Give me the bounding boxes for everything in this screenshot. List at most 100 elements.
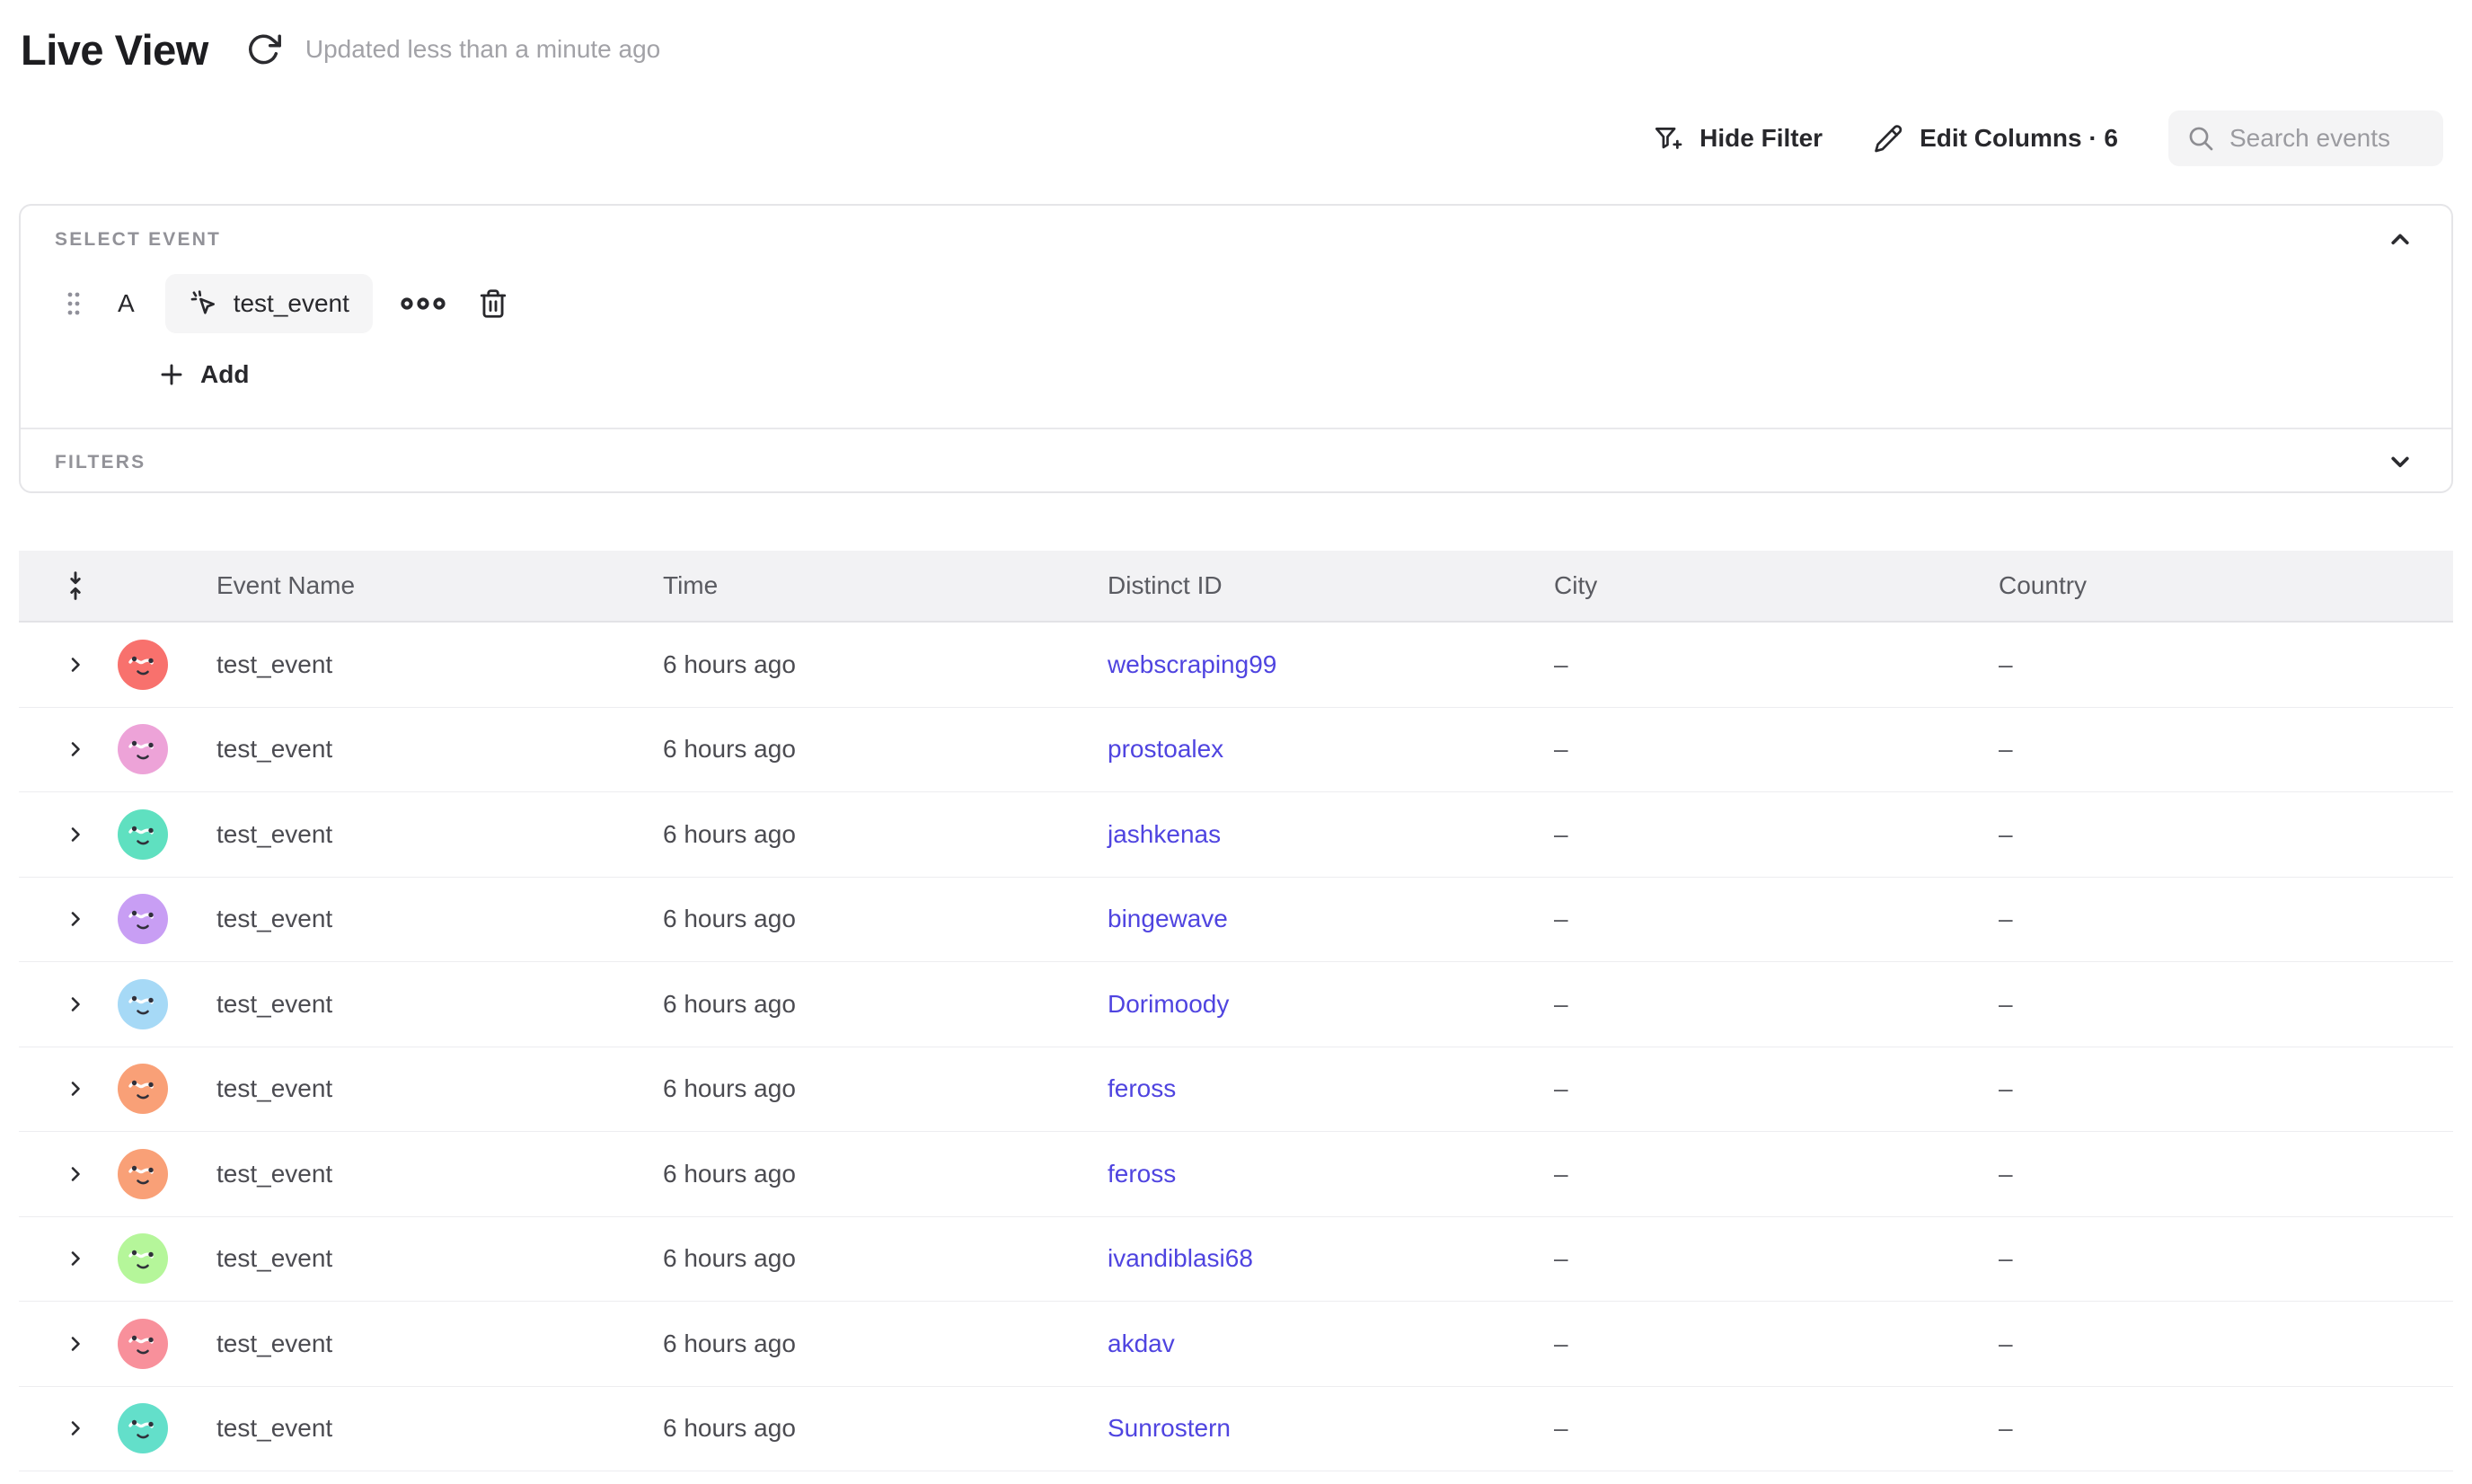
card-divider [21,428,2451,429]
edit-columns-button[interactable]: Edit Columns · 6 [1873,123,2118,154]
event-query-row: A test_event [55,274,509,333]
country-cell: – [1972,735,2453,764]
collapse-select-event-button[interactable] [2385,224,2415,254]
table-row: test_event 6 hours ago prostoalex – – [19,708,2453,793]
page-title: Live View [21,25,208,75]
avatar [118,640,168,690]
city-cell: – [1527,1329,1972,1358]
toolbar: Hide Filter Edit Columns · 6 [1653,110,2443,167]
refresh-icon [244,31,282,68]
search-events-box[interactable] [2168,110,2443,166]
column-header-time: Time [636,571,1081,600]
avatar [118,1233,168,1284]
distinct-id-link[interactable]: webscraping99 [1108,650,1276,678]
updated-status: Updated less than a minute ago [305,35,660,64]
table-row: test_event 6 hours ago bingewave – – [19,878,2453,963]
chevron-right-icon [65,908,86,930]
pencil-icon [1873,123,1903,154]
event-name-cell: test_event [190,1074,636,1103]
expand-row-button[interactable] [65,654,86,676]
distinct-id-link[interactable]: jashkenas [1108,820,1221,848]
event-name-cell: test_event [190,650,636,679]
event-more-options-button[interactable] [400,294,446,314]
expand-row-button[interactable] [65,1333,86,1355]
expand-row-button[interactable] [65,738,86,760]
expand-row-button[interactable] [65,1248,86,1269]
expand-row-button[interactable] [65,994,86,1015]
expand-row-button[interactable] [65,824,86,845]
column-header-event-name: Event Name [190,571,636,600]
table-row: test_event 6 hours ago jashkenas – – [19,792,2453,878]
column-header-distinct-id: Distinct ID [1081,571,1527,600]
collapse-all-rows-icon [62,570,89,602]
distinct-id-link[interactable]: akdav [1108,1329,1175,1357]
country-cell: – [1972,905,2453,933]
expand-row-button[interactable] [65,1418,86,1439]
avatar [118,809,168,860]
city-cell: – [1527,1160,1972,1188]
city-cell: – [1527,990,1972,1019]
event-chip-label: test_event [234,289,349,318]
column-header-country: Country [1972,571,2453,600]
time-cell: 6 hours ago [636,735,1081,764]
page-header: Live View Updated less than a minute ago [21,20,660,79]
edit-columns-label: Edit Columns · 6 [1920,124,2118,153]
distinct-id-link[interactable]: ivandiblasi68 [1108,1244,1253,1272]
event-chip[interactable]: test_event [165,274,373,333]
chevron-right-icon [65,1248,86,1269]
distinct-id-link[interactable]: prostoalex [1108,735,1223,763]
expand-row-button[interactable] [65,1078,86,1100]
add-event-button[interactable]: Add [157,360,249,389]
distinct-id-link[interactable]: bingewave [1108,905,1228,932]
plus-icon [157,360,186,389]
delete-event-button[interactable] [477,287,509,320]
table-row: test_event 6 hours ago feross – – [19,1132,2453,1217]
expand-row-button[interactable] [65,1163,86,1185]
country-cell: – [1972,1160,2453,1188]
more-options-icon [400,294,446,314]
avatar [118,1149,168,1199]
event-name-cell: test_event [190,1329,636,1358]
table-row: test_event 6 hours ago ivandiblasi68 – – [19,1217,2453,1303]
city-cell: – [1527,650,1972,679]
event-name-cell: test_event [190,990,636,1019]
avatar [118,1064,168,1114]
expand-row-button[interactable] [65,908,86,930]
chevron-right-icon [65,1163,86,1185]
distinct-id-link[interactable]: Sunrostern [1108,1414,1231,1442]
table-row: test_event 6 hours ago akdav – – [19,1302,2453,1387]
expand-filters-button[interactable] [2385,446,2415,477]
chevron-right-icon [65,1333,86,1355]
country-cell: – [1972,1074,2453,1103]
refresh-button[interactable] [244,31,282,68]
time-cell: 6 hours ago [636,1414,1081,1443]
column-header-city: City [1527,571,1972,600]
search-events-input[interactable] [2229,124,2425,153]
table-header: Event Name Time Distinct ID City Country [19,551,2453,623]
time-cell: 6 hours ago [636,1329,1081,1358]
avatar [118,979,168,1029]
country-cell: – [1972,650,2453,679]
time-cell: 6 hours ago [636,820,1081,849]
distinct-id-link[interactable]: Dorimoody [1108,990,1229,1018]
avatar [118,894,168,944]
country-cell: – [1972,820,2453,849]
event-name-cell: test_event [190,1244,636,1273]
hide-filter-button[interactable]: Hide Filter [1653,123,1823,154]
distinct-id-link[interactable]: feross [1108,1160,1176,1188]
country-cell: – [1972,1414,2453,1443]
table-row: test_event 6 hours ago Dorimoody – – [19,962,2453,1047]
drag-handle[interactable] [64,287,84,320]
series-letter: A [118,289,135,318]
event-name-cell: test_event [190,1414,636,1443]
chevron-right-icon [65,1418,86,1439]
search-icon [2186,124,2215,153]
distinct-id-link[interactable]: feross [1108,1074,1176,1102]
country-cell: – [1972,990,2453,1019]
chevron-right-icon [65,1078,86,1100]
drag-handle-icon [64,287,84,320]
collapse-all-rows-button[interactable] [19,570,118,602]
chevron-right-icon [65,824,86,845]
chevron-right-icon [65,738,86,760]
query-builder-card: SELECT EVENT A [19,204,2453,493]
